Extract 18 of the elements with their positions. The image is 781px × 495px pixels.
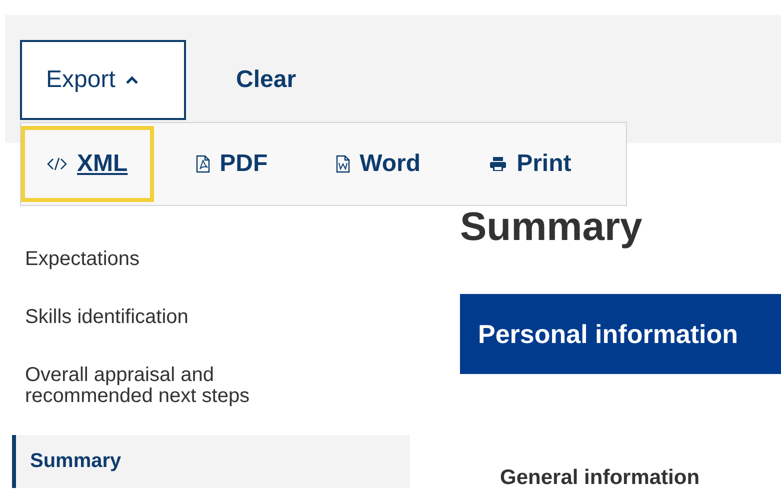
word-file-icon	[336, 155, 350, 173]
caret-icon	[125, 75, 140, 85]
pdf-file-icon	[196, 155, 210, 173]
export-menu-item[interactable]: XML	[21, 126, 154, 202]
sidebar-item[interactable]: Expectations	[12, 249, 410, 270]
export-menu-item[interactable]: Print	[462, 126, 598, 202]
export-button[interactable]: Export	[20, 40, 186, 120]
export-menu-item[interactable]: Word	[310, 126, 447, 202]
printer-icon	[488, 156, 507, 172]
page-heading: Summary	[460, 205, 644, 250]
sidebar-item[interactable]: Skills identification	[12, 307, 410, 328]
clear-button[interactable]: Clear	[226, 40, 306, 120]
export-menu-item[interactable]: PDF	[170, 126, 294, 202]
section-header: Personal information	[460, 294, 781, 374]
subsection-title: General information	[500, 466, 701, 490]
sidebar-item[interactable]: Summary	[12, 435, 410, 488]
sidebar-item[interactable]: Overall appraisal and recommended next steps	[12, 365, 410, 407]
code-icon	[47, 157, 67, 171]
